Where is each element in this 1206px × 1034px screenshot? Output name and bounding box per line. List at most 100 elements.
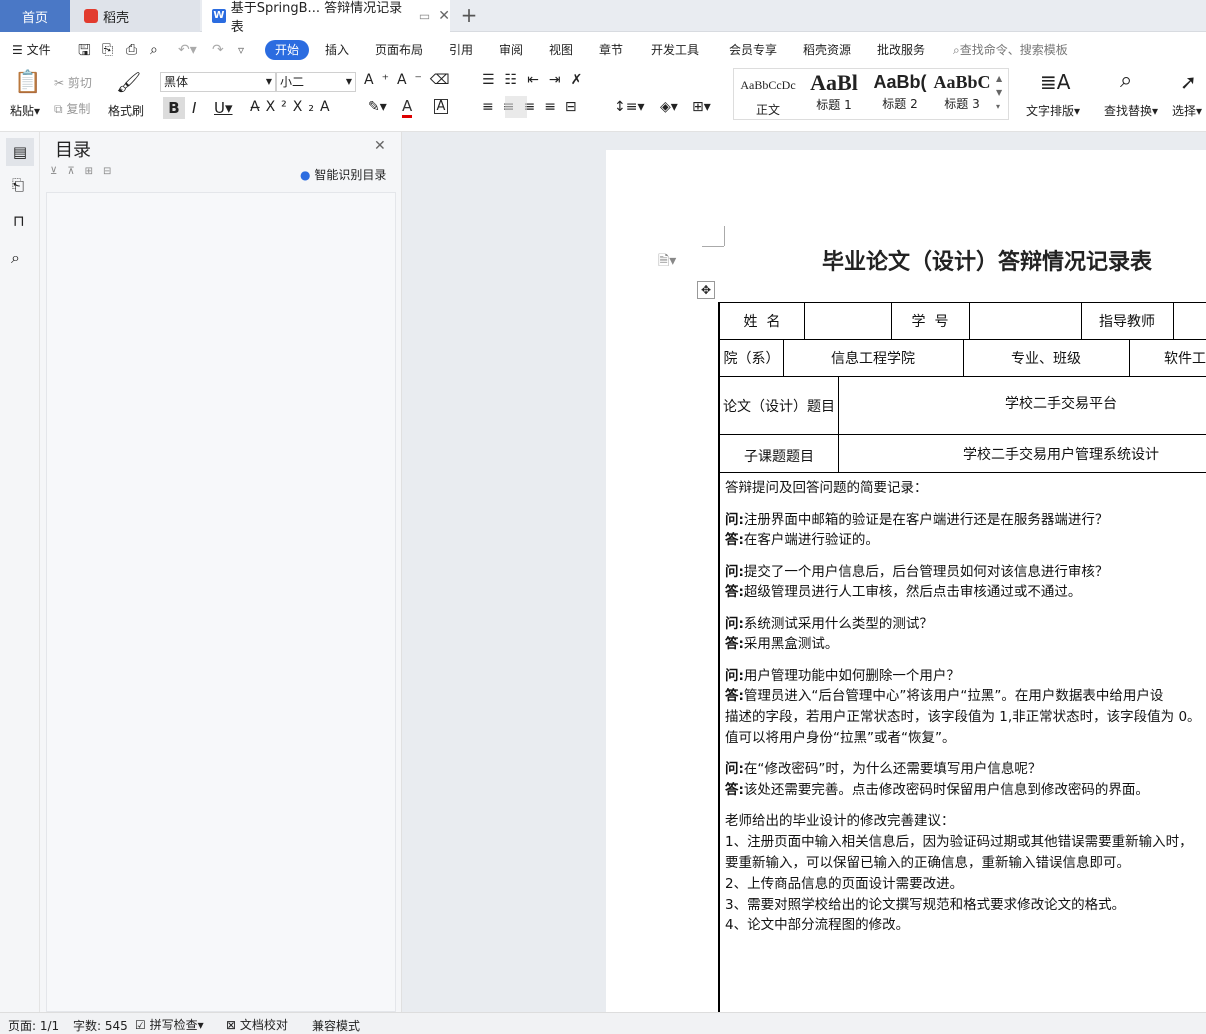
chevron-down-icon: ▼ — [265, 77, 272, 86]
daoke-logo-icon — [84, 9, 98, 23]
menu-developer[interactable]: 开发工具 — [651, 40, 699, 60]
menu-home[interactable]: 开始 — [265, 40, 310, 60]
style-heading-3-name: 标题 3 — [944, 97, 980, 111]
italic-button[interactable]: I — [192, 99, 196, 117]
word-count[interactable]: 字数: 545 — [73, 1017, 128, 1034]
style-heading-2[interactable]: AaBb( 标题 2 — [866, 70, 934, 118]
suggestion-4: 4、论文中部分流程图的修改。 — [725, 917, 910, 933]
spell-check-button[interactable]: ☑ 拼写检查▾ — [135, 1016, 204, 1033]
answer-4-line-3: 值可以将用户身份“拉黑”或者“恢复”。 — [725, 730, 956, 746]
underline-button[interactable]: U▾ — [214, 99, 233, 117]
cursor-icon[interactable]: ➚ — [1180, 70, 1197, 94]
tab-document[interactable]: W 基于SpringB... 答辩情况记录表 ▭ ✕ — [202, 0, 450, 35]
font-color-button[interactable]: A — [402, 97, 413, 118]
command-search[interactable]: ⌕查找命令、搜索模板 — [953, 40, 1068, 60]
proofread-button[interactable]: ⊠ 文档校对 — [226, 1016, 288, 1033]
font-size-tools[interactable]: A⁺A⁻⌫ — [364, 72, 458, 88]
text-layout-icon[interactable]: ≣A — [1040, 70, 1070, 94]
select-button[interactable]: 选择▾ — [1172, 102, 1202, 119]
margin-marker — [702, 246, 724, 247]
menu-references[interactable]: 引用 — [449, 40, 473, 60]
menu-layout[interactable]: 页面布局 — [375, 40, 423, 60]
tab-home[interactable]: 首页 — [0, 0, 70, 32]
format-painter-button[interactable]: 格式刷 — [108, 102, 144, 119]
suggestions-title: 老师给出的毕业设计的修改完善建议： — [725, 813, 955, 829]
chevron-down-icon: ▼ — [345, 77, 352, 86]
style-normal-preview: AaBbCcDc — [740, 78, 796, 92]
cut-label: 剪切 — [67, 76, 92, 90]
close-icon[interactable]: ✕ — [374, 138, 386, 154]
redo-icon[interactable]: ↷ — [212, 40, 224, 60]
list-tools[interactable]: ☰☷⇤⇥✗ — [482, 72, 592, 88]
save-icon[interactable]: 🖫 — [78, 40, 91, 60]
q-prefix: 问: — [725, 761, 744, 777]
cut-button[interactable]: ✂ 剪切 — [54, 74, 92, 91]
search-icon: ⌕ — [953, 43, 960, 57]
question-1: 问:注册界面中邮箱的验证是在客户端进行还是在服务器端进行？ — [725, 510, 1108, 530]
tab-bar: 首页 稻壳 W 基于SpringB... 答辩情况记录表 ▭ ✕ + — [0, 0, 1206, 35]
paste-button[interactable]: 粘贴▾ — [10, 102, 40, 119]
style-scroll-arrows[interactable]: ▲ ▼ ▾ — [996, 72, 1002, 114]
toc-expand-controls[interactable]: ⊻⊼⊞⊟ — [50, 166, 121, 177]
close-tab-icon[interactable]: ✕ — [438, 8, 450, 24]
preview-icon[interactable]: ⌕ — [150, 40, 158, 60]
toc-icon[interactable]: ▤ — [6, 138, 34, 166]
format-painter-icon[interactable]: 🖌 — [116, 70, 141, 94]
menu-insert[interactable]: 插入 — [325, 40, 349, 60]
align-center-button[interactable] — [505, 96, 527, 118]
style-normal-name: 正文 — [755, 103, 780, 117]
undo-icon[interactable]: ↶▾ — [178, 40, 197, 60]
screen-icon[interactable]: ▭ — [419, 9, 430, 23]
question-4: 问:用户管理功能中如何删除一个用户？ — [725, 666, 960, 686]
find-icon[interactable]: ⌕ — [1120, 68, 1132, 93]
copy-button[interactable]: ⧉ 复制 — [54, 100, 90, 117]
find-replace-button[interactable]: 查找替换▾ — [1104, 102, 1158, 119]
menu-correction[interactable]: 批改服务 — [877, 40, 925, 60]
answer-5: 答:该处还需要完善。点击修改密码时保留用户信息到修改密码的界面。 — [725, 780, 1149, 800]
tab-daoke-label: 稻壳 — [103, 10, 130, 26]
export-icon[interactable]: ⎘ — [102, 40, 113, 60]
section-nav-icon[interactable]: ⎗ — [12, 176, 24, 194]
smart-toc-label: 智能识别目录 — [314, 168, 387, 182]
text-effects-tools[interactable]: A̶X²X₂A — [250, 99, 336, 115]
bookmark-icon[interactable]: ⊓ — [13, 212, 25, 230]
status-bar: 页面: 1/1 字数: 545 ☑ 拼写检查▾ ⊠ 文档校对 兼容模式 — [0, 1012, 1206, 1034]
paste-icon[interactable]: 📋 — [14, 70, 41, 95]
quick-access-dropdown-icon[interactable]: ▿ — [238, 40, 244, 60]
search-icon[interactable]: ⌕ — [11, 248, 20, 268]
line-spacing-icon[interactable]: ↕≡▾ — [614, 99, 645, 115]
shading-icon[interactable]: ◈▾ — [660, 99, 678, 115]
add-tab-button[interactable]: + — [458, 4, 480, 26]
answer-4: 答:管理员进入“后台管理中心”将该用户“拉黑”。在用户数据表中给用户设 — [725, 686, 1206, 706]
align-tools[interactable]: ≡≡≡≡⊟ — [482, 99, 586, 115]
margin-marker — [724, 226, 725, 246]
menu-daoke-resources[interactable]: 稻壳资源 — [803, 40, 851, 60]
menu-member[interactable]: 会员专享 — [729, 40, 777, 60]
smart-toc-button[interactable]: ● 智能识别目录 — [300, 166, 386, 183]
text-layout-button[interactable]: 文字排版▾ — [1026, 102, 1080, 119]
paragraph-menu-icon[interactable]: 🗎▾ — [658, 250, 676, 274]
select-label: 选择 — [1172, 104, 1197, 118]
highlight-icon[interactable]: ✎▾ — [368, 99, 387, 115]
major-label: 专业、班级 — [1011, 351, 1081, 367]
char-border-icon[interactable]: A — [434, 99, 448, 114]
menu-review[interactable]: 审阅 — [499, 40, 523, 60]
tab-daoke[interactable]: 稻壳 — [70, 0, 200, 32]
menu-section[interactable]: 章节 — [599, 40, 623, 60]
ribbon: 📋 粘贴▾ ✂ 剪切 ⧉ 复制 🖌 格式刷 黑体 ▼ 小二 ▼ A⁺A⁻⌫ B I … — [0, 66, 1206, 132]
print-icon[interactable]: ⎙ — [126, 40, 137, 60]
answer-text: 采用黑盒测试。 — [743, 636, 839, 652]
style-normal[interactable]: AaBbCcDc 正文 — [734, 70, 802, 118]
style-heading-1[interactable]: AaBl 标题 1 — [800, 70, 868, 118]
file-menu[interactable]: ☰ 文件 — [12, 40, 51, 60]
border-icon[interactable]: ⊞▾ — [692, 99, 711, 115]
style-heading-2-name: 标题 2 — [882, 97, 918, 111]
bold-button[interactable]: B — [163, 97, 185, 119]
font-name-select[interactable]: 黑体 ▼ — [160, 72, 276, 92]
table-move-handle-icon[interactable]: ✥ — [697, 281, 715, 299]
style-heading-3[interactable]: AaBbC 标题 3 — [930, 70, 994, 118]
style-heading-1-name: 标题 1 — [816, 98, 852, 112]
left-icon-bar: ▤ ⎗ ⊓ ⌕ — [0, 132, 40, 1012]
font-size-select[interactable]: 小二 ▼ — [276, 72, 356, 92]
menu-view[interactable]: 视图 — [549, 40, 573, 60]
